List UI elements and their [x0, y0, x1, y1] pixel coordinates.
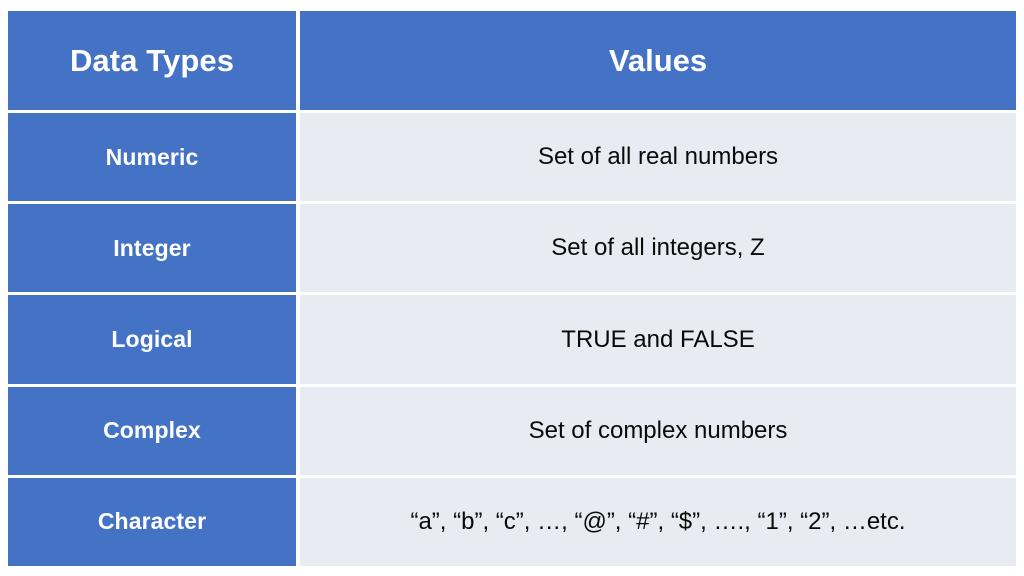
row-value-label: TRUE and FALSE — [561, 325, 755, 353]
row-type-label: Character — [97, 508, 207, 535]
row-value-integer: Set of all integers, Z — [300, 204, 1016, 293]
row-type-label: Complex — [103, 417, 201, 444]
table-row: Logical TRUE and FALSE — [8, 295, 1016, 384]
row-value-label: Set of complex numbers — [528, 416, 788, 444]
row-type-character: Character — [8, 477, 296, 567]
row-value-logical: TRUE and FALSE — [300, 295, 1016, 384]
row-type-logical: Logical — [8, 295, 296, 384]
slide-canvas: Data Types Values Numeric Set of all rea… — [0, 0, 1024, 576]
data-types-table: Data Types Values Numeric Set of all rea… — [8, 11, 1016, 567]
row-type-complex: Complex — [8, 386, 296, 475]
row-type-label: Numeric — [105, 143, 199, 170]
table-row: Complex Set of complex numbers — [8, 386, 1016, 475]
row-value-label: Set of all real numbers — [537, 143, 779, 171]
table-row: Character “a”, “b”, “c”, …, “@”, “#”, “$… — [8, 477, 1016, 567]
row-value-numeric: Set of all real numbers — [300, 113, 1016, 202]
row-value-character: “a”, “b”, “c”, …, “@”, “#”, “$”, …., “1”… — [300, 477, 1016, 567]
row-type-label: Integer — [113, 234, 191, 261]
column-header-values: Values — [300, 11, 1016, 110]
column-header-values-label: Values — [608, 42, 708, 78]
row-value-label: “a”, “b”, “c”, …, “@”, “#”, “$”, …., “1”… — [410, 507, 906, 535]
row-type-integer: Integer — [8, 204, 296, 293]
column-header-data-types-label: Data Types — [69, 42, 235, 78]
row-type-numeric: Numeric — [8, 113, 296, 202]
row-value-label: Set of all integers, Z — [551, 234, 765, 262]
table-row: Integer Set of all integers, Z — [8, 204, 1016, 293]
table-header-row: Data Types Values — [8, 11, 1016, 110]
row-value-complex: Set of complex numbers — [300, 386, 1016, 475]
row-type-label: Logical — [111, 326, 193, 352]
table-row: Numeric Set of all real numbers — [8, 113, 1016, 202]
column-header-data-types: Data Types — [8, 11, 296, 110]
